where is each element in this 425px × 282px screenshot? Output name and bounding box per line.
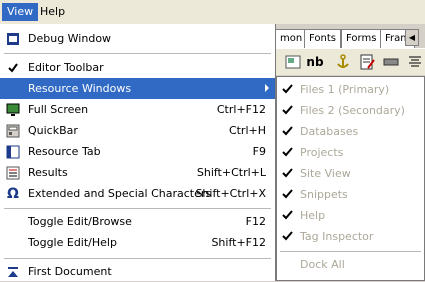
menu-item-editor-toolbar[interactable]: Editor Toolbar <box>0 57 275 78</box>
submenu-arrow-icon <box>265 84 269 92</box>
submenu-item-projects[interactable]: Projects <box>277 142 424 163</box>
menu-item-label: Extended and Special Characters <box>28 187 212 200</box>
menu-bar: View Help <box>0 0 425 25</box>
submenu-item-label: Databases <box>300 125 359 138</box>
menu-item-quickbar[interactable]: QuickBar Ctrl+H <box>0 120 275 141</box>
menu-item-shortcut: Shift+Ctrl+X <box>195 187 266 200</box>
submenu-item-help[interactable]: Help <box>277 205 424 226</box>
submenu-item-snippets[interactable]: Snippets <box>277 184 424 205</box>
menu-item-label: Results <box>28 166 68 179</box>
monitor-icon <box>6 103 20 117</box>
checkmark-icon <box>282 189 293 199</box>
menu-separator <box>4 258 271 259</box>
menu-item-toggle-edit-help[interactable]: Toggle Edit/Help Shift+F12 <box>0 232 275 253</box>
submenu-item-label: Site View <box>300 167 351 180</box>
document-edit-icon[interactable] <box>357 52 377 72</box>
debug-window-icon <box>6 32 20 46</box>
quickbar-icon <box>6 124 20 138</box>
submenu-item-tag-inspector[interactable]: Tag Inspector <box>277 226 424 247</box>
submenu-item-label: Files 2 (Secondary) <box>300 104 405 117</box>
menu-item-label: QuickBar <box>28 124 78 137</box>
menu-view[interactable]: View <box>2 3 39 21</box>
horizontal-rule-icon[interactable] <box>381 52 401 72</box>
align-icon[interactable] <box>405 52 425 72</box>
checkmark-icon <box>282 231 293 241</box>
menu-item-shortcut: Shift+F12 <box>211 236 266 249</box>
checkmark-icon <box>282 210 293 220</box>
tag-toolbar: nb <box>275 48 425 75</box>
submenu-separator <box>280 251 421 252</box>
menu-item-label: Toggle Edit/Browse <box>28 215 132 228</box>
tab-scroll-left-icon[interactable]: ◀ <box>405 29 419 46</box>
checkmark-icon <box>6 61 20 75</box>
checkmark-icon <box>282 147 293 157</box>
menu-item-first-document[interactable]: First Document <box>0 261 275 282</box>
menu-item-toggle-edit-browse[interactable]: Toggle Edit/Browse F12 <box>0 211 275 232</box>
menu-item-full-screen[interactable]: Full Screen Ctrl+F12 <box>0 99 275 120</box>
submenu-item-files-1[interactable]: Files 1 (Primary) <box>277 79 424 100</box>
first-document-icon <box>6 265 20 279</box>
tab-common[interactable]: mon <box>275 29 308 49</box>
menu-item-shortcut: F9 <box>252 145 266 158</box>
submenu-item-dock-all[interactable]: Dock All <box>277 254 424 275</box>
submenu-item-label: Snippets <box>300 188 348 201</box>
checkmark-icon <box>282 168 293 178</box>
submenu-item-label: Files 1 (Primary) <box>300 83 390 96</box>
submenu-item-label: Dock All <box>300 258 345 271</box>
submenu-item-databases[interactable]: Databases <box>277 121 424 142</box>
tab-fonts[interactable]: Fonts <box>304 29 341 49</box>
view-menu: Debug Window Editor Toolbar Resource Win… <box>0 24 276 281</box>
submenu-item-label: Tag Inspector <box>300 230 374 243</box>
menu-item-label: Editor Toolbar <box>28 61 104 74</box>
menu-item-shortcut: Shift+Ctrl+L <box>196 166 266 179</box>
menu-item-label: Resource Tab <box>28 145 101 158</box>
menu-item-resource-tab[interactable]: Resource Tab F9 <box>0 141 275 162</box>
tab-forms[interactable]: Forms <box>341 29 382 49</box>
omega-icon: Ω <box>7 185 19 202</box>
submenu-item-files-2[interactable]: Files 2 (Secondary) <box>277 100 424 121</box>
menu-item-label: Debug Window <box>28 32 112 45</box>
menu-item-label: Full Screen <box>28 103 89 116</box>
menu-item-label: Resource Windows <box>28 82 132 95</box>
menu-separator <box>4 53 271 54</box>
nonbreaking-space-button[interactable]: nb <box>305 52 325 72</box>
menu-item-shortcut: Ctrl+H <box>228 124 266 137</box>
menu-help[interactable]: Help <box>35 3 70 21</box>
menu-item-label: First Document <box>28 265 112 278</box>
menu-item-extended-characters[interactable]: Ω Extended and Special Characters Shift+… <box>0 183 275 204</box>
submenu-item-label: Help <box>300 209 326 222</box>
menu-item-shortcut: Ctrl+F12 <box>216 103 266 116</box>
menu-separator <box>4 208 271 209</box>
menu-item-shortcut: F12 <box>245 215 266 228</box>
menu-item-resource-windows[interactable]: Resource Windows <box>0 78 275 99</box>
submenu-item-site-view[interactable]: Site View <box>277 163 424 184</box>
checkmark-icon <box>282 126 293 136</box>
anchor-icon[interactable] <box>333 52 353 72</box>
menu-item-results[interactable]: Results Shift+Ctrl+L <box>0 162 275 183</box>
results-icon <box>6 166 20 180</box>
checkmark-icon <box>282 84 293 94</box>
resource-tab-icon <box>6 145 20 159</box>
image-icon[interactable] <box>283 52 303 72</box>
checkmark-icon <box>282 105 293 115</box>
resource-windows-submenu: Files 1 (Primary) Files 2 (Secondary) Da… <box>276 76 425 281</box>
menu-item-debug-window[interactable]: Debug Window <box>0 28 275 49</box>
menu-item-label: Toggle Edit/Help <box>28 236 117 249</box>
submenu-item-label: Projects <box>300 146 344 159</box>
